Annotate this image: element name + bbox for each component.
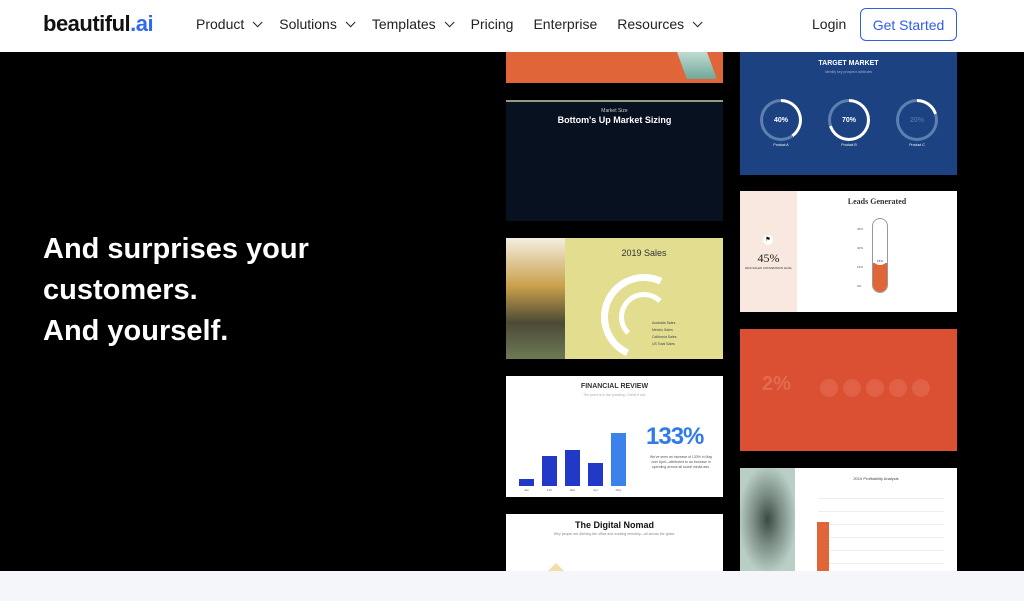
login-link[interactable]: Login: [812, 16, 846, 32]
ring-value: 20%: [899, 102, 935, 138]
tick-label: 15%: [857, 265, 864, 269]
ring-chart: 70%: [828, 99, 870, 141]
bar: [611, 433, 626, 486]
chevron-down-icon: [444, 16, 455, 27]
chart-grid: [818, 486, 944, 571]
ring-chart: 40%: [760, 99, 802, 141]
nav-templates[interactable]: Templates: [371, 16, 455, 32]
month-label: Mar: [569, 488, 576, 492]
logo-suffix: .ai: [130, 11, 154, 36]
slide-title: Leads Generated: [847, 197, 907, 206]
bar: [542, 456, 557, 486]
nav-pricing[interactable]: Pricing: [471, 16, 514, 32]
slide-title: TARGET MARKET: [818, 60, 879, 67]
month-label: Apr: [593, 488, 598, 492]
ring-chart: 20%: [896, 99, 938, 141]
ring-value: 70%: [831, 102, 867, 138]
big-stat: 133%: [646, 423, 704, 450]
nav-label: Product: [196, 16, 245, 32]
bar: [519, 479, 534, 486]
stat-label: 2020 SALES CONVERSION GOAL: [744, 266, 793, 270]
legend-item: California Sales: [652, 335, 677, 339]
slide-title: The Digital Nomad: [574, 520, 654, 530]
month-label: May: [615, 488, 622, 492]
hero-line: And yourself.: [43, 315, 229, 347]
legend-item: Australia Sales: [652, 321, 676, 325]
slide-subtitle: The proof is in the pudding. Check it ou…: [583, 393, 646, 397]
nav-label: Resources: [617, 16, 685, 32]
main-menu: Product Solutions Templates Pricing Ente…: [196, 16, 719, 32]
hero-line: And surprises your: [43, 233, 309, 265]
fern-photo: [740, 468, 795, 571]
tick-label: 0%: [857, 284, 862, 288]
chevron-down-icon: [692, 16, 703, 27]
get-started-button[interactable]: Get Started: [860, 8, 957, 41]
slide-orange: [506, 52, 723, 83]
slide-leads-generated: ⚑ 45% 2020 SALES CONVERSION GOAL Leads G…: [740, 191, 957, 312]
nav-product[interactable]: Product: [196, 16, 263, 32]
slide-digital-nomad: The Digital Nomad Why people are ditchin…: [506, 514, 723, 571]
next-section: [0, 571, 1024, 601]
side-panel: ⚑ 45% 2020 SALES CONVERSION GOAL: [740, 191, 797, 312]
stat-description: We've seen an increase of 133% in May ov…: [649, 455, 713, 469]
logo-text: beautiful: [43, 11, 131, 36]
dot-row: [820, 379, 930, 397]
flag-icon: ⚑: [763, 235, 773, 245]
slide-graphic: [675, 52, 717, 79]
slide-financial-review: FINANCIAL REVIEW The proof is in the pud…: [506, 376, 723, 497]
hero-heading: And surprises your customers. And yourse…: [43, 229, 309, 352]
nav-resources[interactable]: Resources: [617, 16, 703, 32]
bar: [817, 522, 829, 571]
slide-market-sizing: Market Size Bottom's Up Market Sizing: [506, 100, 723, 221]
nav-label: Pricing: [470, 16, 514, 32]
level-badge: 15%: [874, 257, 886, 265]
nav-label: Enterprise: [533, 16, 598, 32]
slide-target-market: TARGET MARKET Identify key prospect attr…: [740, 52, 957, 175]
tick-label: 45%: [857, 227, 864, 231]
nav-enterprise[interactable]: Enterprise: [533, 16, 597, 32]
nav-label: Templates: [371, 16, 436, 32]
slide-kicker: Market Size: [601, 108, 628, 114]
month-label: Jan: [524, 488, 529, 492]
slide-title: 2019 Sales: [621, 248, 667, 258]
ring-label: Product A: [773, 143, 789, 147]
ring-label: Product C: [909, 143, 925, 147]
slide-subtitle: Why people are ditching the office and w…: [553, 532, 676, 536]
slide-profitability: 2019 Profitability Analysis: [740, 468, 957, 571]
thermometer: [872, 218, 888, 293]
logo[interactable]: beautiful.ai: [43, 11, 154, 37]
ring-label: Product B: [841, 143, 857, 147]
nav-solutions[interactable]: Solutions: [279, 16, 356, 32]
slide-title: 2019 Profitability Analysis: [853, 476, 899, 481]
chevron-down-icon: [252, 16, 263, 27]
slide-title: FINANCIAL REVIEW: [580, 383, 649, 390]
month-label: Feb: [546, 488, 553, 492]
legend-item: US Total Sales: [652, 342, 675, 346]
nav-label: Solutions: [279, 16, 337, 32]
slide-title: Bottom's Up Market Sizing: [557, 115, 672, 125]
slide-red-stat: 2%: [740, 329, 957, 451]
stat-value: 2%: [762, 373, 791, 395]
top-nav: beautiful.ai Product Solutions Templates…: [0, 0, 1024, 52]
surfer-photo: [506, 238, 565, 359]
bar: [588, 462, 603, 486]
slide-subtitle: Identify key prospect attributes: [824, 70, 873, 74]
stat-value: 45%: [757, 251, 780, 265]
ring-value: 40%: [763, 102, 799, 138]
thermometer-fill: [873, 262, 887, 292]
tick-label: 30%: [857, 246, 864, 250]
slide-2019-sales: 2019 Sales Australia Sales Mexico Sales …: [506, 238, 723, 359]
bar: [565, 449, 580, 486]
legend-item: Mexico Sales: [652, 328, 673, 332]
chevron-down-icon: [345, 16, 356, 27]
hero-line: customers.: [43, 274, 198, 306]
triangle-graphic: [548, 563, 564, 571]
